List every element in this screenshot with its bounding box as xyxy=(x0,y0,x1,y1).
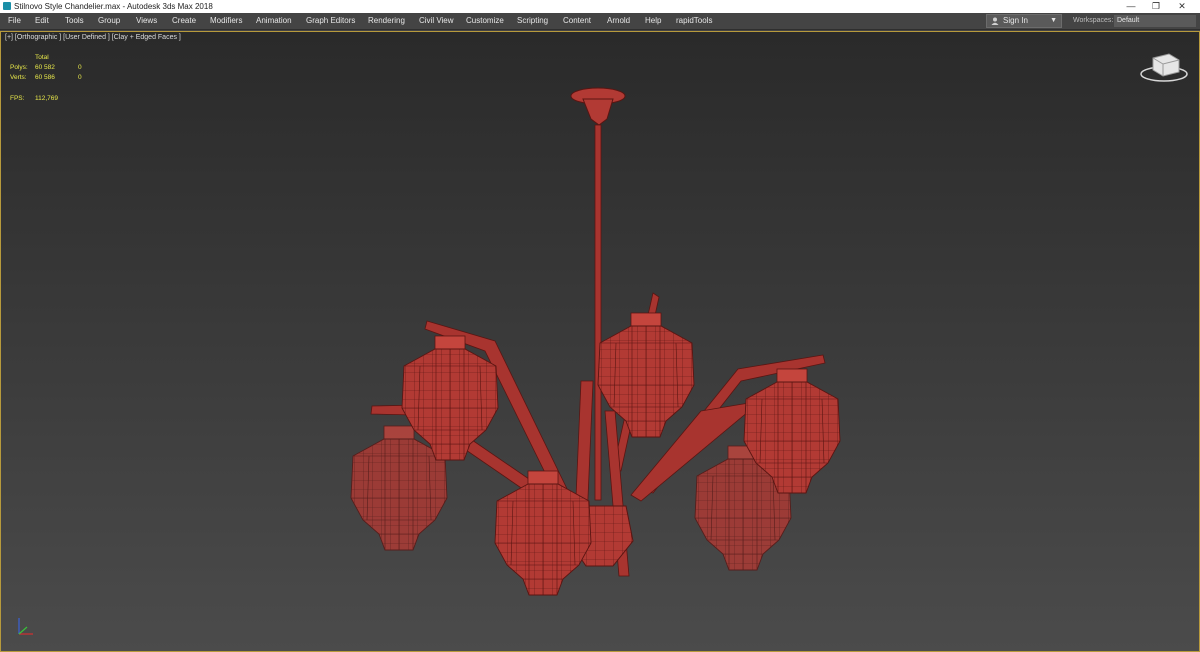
workspace-select[interactable]: Default xyxy=(1114,15,1196,27)
menu-help[interactable]: Help xyxy=(645,13,661,29)
workspaces-label: Workspaces: xyxy=(1073,17,1114,24)
chandelier-model[interactable] xyxy=(1,32,1199,651)
menu-customize[interactable]: Customize xyxy=(466,13,504,29)
menu-graph-editors[interactable]: Graph Editors xyxy=(306,13,355,29)
menu-animation[interactable]: Animation xyxy=(256,13,292,29)
window-title: Stilnovo Style Chandelier.max - Autodesk… xyxy=(14,2,213,11)
menu-edit[interactable]: Edit xyxy=(35,13,49,29)
menu-views[interactable]: Views xyxy=(136,13,157,29)
menu-group[interactable]: Group xyxy=(98,13,120,29)
menu-arnold[interactable]: Arnold xyxy=(607,13,630,29)
menu-rendering[interactable]: Rendering xyxy=(368,13,405,29)
axis-tripod-icon xyxy=(18,618,33,635)
menu-file[interactable]: File xyxy=(8,13,21,29)
close-button[interactable]: ✕ xyxy=(1170,0,1194,13)
minimize-button[interactable]: — xyxy=(1119,0,1143,13)
menu-create[interactable]: Create xyxy=(172,13,196,29)
menu-scripting[interactable]: Scripting xyxy=(517,13,548,29)
menu-civil-view[interactable]: Civil View xyxy=(419,13,454,29)
restore-button[interactable]: ❐ xyxy=(1144,0,1168,13)
menu-tools[interactable]: Tools xyxy=(65,13,84,29)
chevron-down-icon: ▼ xyxy=(1050,17,1057,24)
user-icon xyxy=(991,17,999,25)
viewcube-icon[interactable] xyxy=(1139,50,1191,84)
sign-in-label: Sign In xyxy=(1003,16,1028,25)
perspective-viewport[interactable]: [+] [Orthographic ] [User Defined ] [Cla… xyxy=(0,31,1200,652)
sign-in-dropdown[interactable]: Sign In ▼ xyxy=(986,14,1062,28)
menu-rapidtools[interactable]: rapidTools xyxy=(676,13,712,29)
app-icon xyxy=(3,2,11,10)
menu-content[interactable]: Content xyxy=(563,13,591,29)
menu-modifiers[interactable]: Modifiers xyxy=(210,13,242,29)
title-bar: Stilnovo Style Chandelier.max - Autodesk… xyxy=(0,0,1200,13)
